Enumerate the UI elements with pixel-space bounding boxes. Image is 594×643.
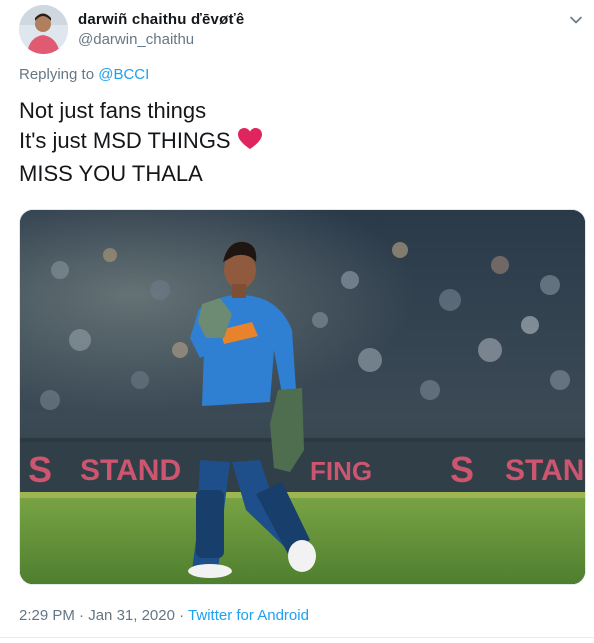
tweet-text: Not just fans things It's just MSD THING… <box>19 96 263 189</box>
board-text: STAND <box>80 454 181 487</box>
username-handle[interactable]: @darwin_chaithu <box>78 31 194 48</box>
meta-separator: · <box>179 607 185 624</box>
tweet-source-link[interactable]: Twitter for Android <box>188 607 309 624</box>
replying-to-link[interactable]: @BCCI <box>98 66 149 83</box>
board-text: FING <box>310 456 372 486</box>
svg-text:S: S <box>28 449 52 490</box>
tweet-media-photo[interactable]: S STAND FING S STAN <box>19 209 586 585</box>
tweet-text-line: Not just fans things <box>19 98 207 123</box>
replying-to-label: Replying to <box>19 66 95 83</box>
avatar-image <box>19 5 68 54</box>
tweet-date[interactable]: Jan 31, 2020 <box>88 607 175 624</box>
display-name[interactable]: darwiñ chaithu ďēvøťê <box>78 11 244 28</box>
divider <box>0 637 594 638</box>
svg-text:S: S <box>450 449 474 490</box>
photo: S STAND FING S STAN <box>20 210 585 584</box>
tweet-text-line: It's just MSD THINGS <box>19 128 231 153</box>
chevron-down-icon[interactable] <box>568 12 584 28</box>
heart-icon <box>237 127 263 159</box>
tweet-text-line: MISS YOU THALA <box>19 161 203 186</box>
tweet-time[interactable]: 2:29 PM <box>19 607 75 624</box>
board-text: STAN <box>505 454 584 487</box>
meta-separator: · <box>79 607 85 624</box>
tweet: darwiñ chaithu ďēvøťê @darwin_chaithu Re… <box>0 0 594 643</box>
avatar[interactable] <box>19 5 68 54</box>
tweet-text-line-with-emoji: It's just MSD THINGS <box>19 126 263 159</box>
replying-to: Replying to @BCCI <box>19 66 149 83</box>
tweet-meta: 2:29 PM · Jan 31, 2020 · Twitter for And… <box>19 607 309 624</box>
